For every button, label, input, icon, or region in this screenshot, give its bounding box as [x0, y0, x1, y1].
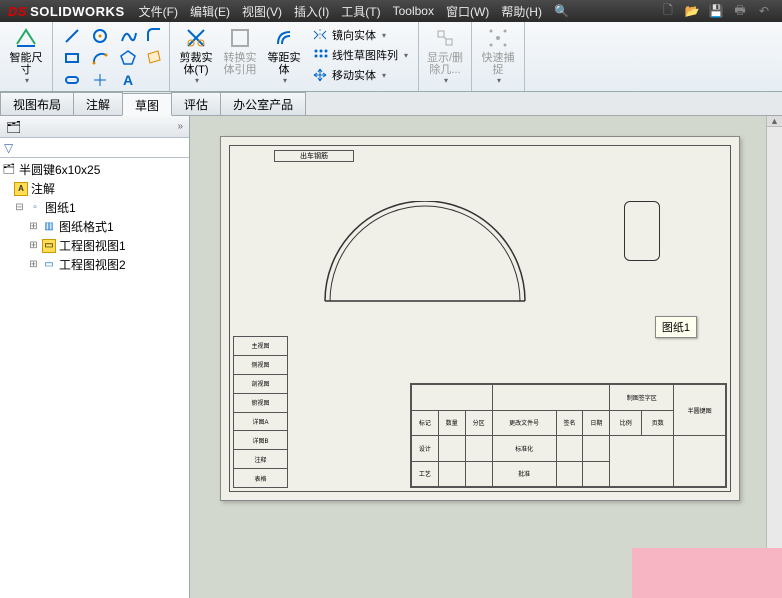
- overlay-watermark: [632, 548, 782, 598]
- expand-icon[interactable]: ⊞: [28, 221, 39, 232]
- ribbon-group-snap: 快速捕捉: [472, 22, 525, 91]
- ribbon-group-modify: 剪裁实体(T) 转换实体引用 等距实体 镜向实体 线性草图阵列 移动实体: [170, 22, 419, 91]
- quick-snap-icon: [486, 26, 510, 50]
- menu-help[interactable]: 帮助(H): [495, 0, 548, 22]
- expand-icon[interactable]: ⊞: [28, 240, 39, 251]
- sheet-tooltip: 图纸1: [655, 316, 697, 338]
- tree-root[interactable]: 🗂 半圆键6x10x25: [0, 160, 189, 179]
- offset-button[interactable]: 等距实体: [264, 24, 304, 91]
- ribbon-group-display: 显示/删除几...: [419, 22, 472, 91]
- view-icon: ▭: [42, 239, 56, 253]
- tree-annotations[interactable]: A 注解: [0, 179, 189, 198]
- tab-evaluate[interactable]: 评估: [171, 92, 221, 115]
- quick-access: 🗋 📂 💾 🖶 ↶: [650, 3, 782, 19]
- sheet-icon: ▫: [28, 201, 42, 215]
- tree-config-icon[interactable]: 🗂: [6, 120, 21, 134]
- title-bar: DS SOLIDWORKS 文件(F) 编辑(E) 视图(V) 插入(I) 工具…: [0, 0, 782, 22]
- tree-view2[interactable]: ⊞ ▭ 工程图视图2: [0, 255, 189, 274]
- menu-tools[interactable]: 工具(T): [335, 0, 386, 22]
- sidebar-expand-icon[interactable]: »: [177, 121, 183, 132]
- circle-tool-icon[interactable]: [87, 26, 113, 46]
- feature-tree: 🗂 半圆键6x10x25 A 注解 ⊟ ▫ 图纸1 ⊞ ▥ 图纸格式1 ⊞ ▭ …: [0, 158, 189, 598]
- quick-snap-button[interactable]: 快速捕捉: [478, 24, 518, 91]
- command-tabs: 视图布局 注解 草图 评估 办公室产品: [0, 92, 782, 116]
- spline-tool-icon[interactable]: [115, 26, 141, 46]
- tree-sheet-format[interactable]: ⊞ ▥ 图纸格式1: [0, 217, 189, 236]
- smart-dimension-button[interactable]: 智能尺寸: [6, 24, 46, 91]
- feature-tree-sidebar: 🗂 » ▽ 🗂 半圆键6x10x25 A 注解 ⊟ ▫ 图纸1 ⊞ ▥ 图: [0, 116, 190, 598]
- display-delete-button[interactable]: 显示/删除几...: [425, 24, 465, 91]
- tab-annotate[interactable]: 注解: [73, 92, 123, 115]
- mirror-icon: [312, 27, 328, 43]
- save-icon[interactable]: 💾: [708, 3, 724, 19]
- collapse-icon[interactable]: ⊟: [14, 202, 25, 213]
- drawing-icon: 🗂: [2, 163, 16, 177]
- convert-button[interactable]: 转换实体引用: [220, 24, 260, 91]
- linear-pattern-button[interactable]: 线性草图阵列: [308, 46, 412, 64]
- format-icon: ▥: [42, 220, 56, 234]
- modify-small-col: 镜向实体 线性草图阵列 移动实体: [308, 24, 412, 91]
- logo-ds: DS: [8, 4, 27, 19]
- tree-view1[interactable]: ⊞ ▭ 工程图视图1: [0, 236, 189, 255]
- ribbon-group-sketch-tools: A: [53, 22, 170, 91]
- menu-search-icon[interactable]: 🔍: [548, 0, 575, 22]
- slot-tool-icon[interactable]: [59, 70, 85, 90]
- mirror-button[interactable]: 镜向实体: [308, 26, 412, 44]
- view-icon: ▭: [42, 258, 56, 272]
- tree-filter[interactable]: ▽: [0, 138, 189, 158]
- point-tool-icon[interactable]: [87, 70, 113, 90]
- menu-file[interactable]: 文件(F): [133, 0, 184, 22]
- tree-sheet1[interactable]: ⊟ ▫ 图纸1: [0, 198, 189, 217]
- rect-shape: [624, 201, 660, 261]
- text-tool-icon[interactable]: A: [115, 70, 141, 90]
- move-icon: [312, 67, 328, 83]
- tab-layout[interactable]: 视图布局: [0, 92, 74, 115]
- smart-dimension-icon: [14, 26, 38, 50]
- rectangle-tool-icon[interactable]: [59, 48, 85, 68]
- move-button[interactable]: 移动实体: [308, 66, 412, 84]
- convert-icon: [228, 26, 252, 50]
- tab-office[interactable]: 办公室产品: [220, 92, 306, 115]
- ribbon-group-dimension: 智能尺寸: [0, 22, 53, 91]
- sheet-left-labels: 主视图 侧视图 剖视图 俯视图 详图A 详图B 注释 表格: [233, 336, 288, 488]
- arc-tool-icon[interactable]: [87, 48, 113, 68]
- vertical-scrollbar[interactable]: [766, 116, 782, 598]
- trim-button[interactable]: 剪裁实体(T): [176, 24, 216, 91]
- ribbon: 智能尺寸 A 剪裁实体(T) 转换实体引用 等: [0, 22, 782, 92]
- sidebar-header: 🗂 »: [0, 116, 189, 138]
- undo-icon[interactable]: ↶: [756, 3, 772, 19]
- drawing-canvas[interactable]: 出车钢筋 主视图 侧视图 剖视图 俯视图 详图A 详图B 注释 表格: [190, 116, 782, 598]
- open-icon[interactable]: 📂: [684, 3, 700, 19]
- tab-sketch[interactable]: 草图: [122, 93, 172, 116]
- title-block: 制图签字区半圆键图 标记数量分区更改文件号签名日期比例页数 设计标准化 工艺批准: [410, 383, 727, 488]
- new-doc-icon[interactable]: 🗋: [660, 3, 676, 19]
- menu-edit[interactable]: 编辑(E): [184, 0, 236, 22]
- filter-icon: ▽: [4, 141, 13, 155]
- menu-window[interactable]: 窗口(W): [440, 0, 495, 22]
- linear-pattern-icon: [312, 47, 328, 63]
- app-logo: DS SOLIDWORKS: [0, 4, 133, 19]
- offset-icon: [272, 26, 296, 50]
- menu-bar: 文件(F) 编辑(E) 视图(V) 插入(I) 工具(T) Toolbox 窗口…: [133, 0, 650, 22]
- sketch-tool-grid: A: [59, 24, 141, 91]
- print-icon[interactable]: 🖶: [732, 3, 748, 19]
- menu-toolbox[interactable]: Toolbox: [387, 0, 440, 22]
- trim-icon: [184, 26, 208, 50]
- plane-tool-icon[interactable]: [145, 48, 163, 66]
- polygon-tool-icon[interactable]: [115, 48, 141, 68]
- arc-shape: [320, 201, 530, 306]
- logo-text: SOLIDWORKS: [30, 4, 125, 19]
- workspace: 🗂 » ▽ 🗂 半圆键6x10x25 A 注解 ⊟ ▫ 图纸1 ⊞ ▥ 图: [0, 116, 782, 598]
- annotations-icon: A: [14, 182, 28, 196]
- title-strip: 出车钢筋: [274, 150, 354, 162]
- expand-icon[interactable]: ⊞: [28, 259, 39, 270]
- title-block-table: 制图签字区半圆键图 标记数量分区更改文件号签名日期比例页数 设计标准化 工艺批准: [411, 384, 726, 487]
- menu-view[interactable]: 视图(V): [236, 0, 288, 22]
- display-delete-icon: [433, 26, 457, 50]
- menu-insert[interactable]: 插入(I): [288, 0, 335, 22]
- line-tool-icon[interactable]: [59, 26, 85, 46]
- fillet-tool-icon[interactable]: [145, 26, 163, 44]
